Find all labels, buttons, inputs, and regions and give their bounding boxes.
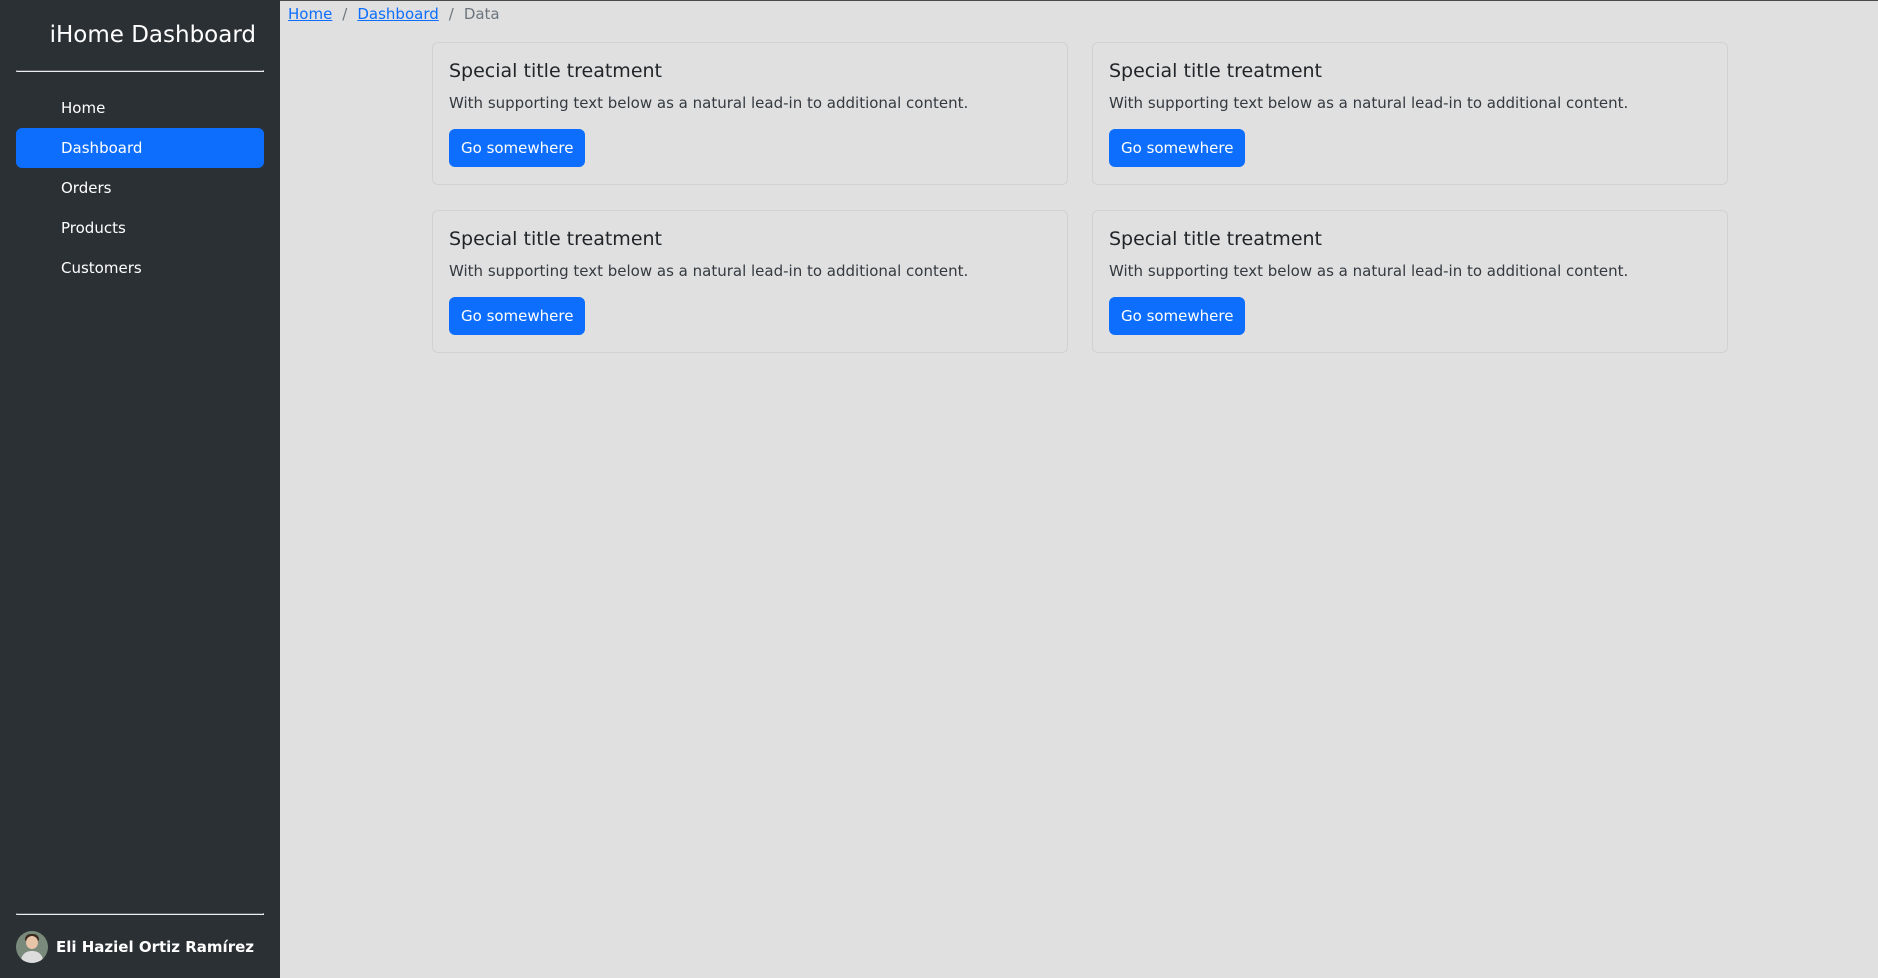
sidebar-item-label: Dashboard <box>61 139 143 157</box>
card: Special title treatment With supporting … <box>432 42 1068 185</box>
card: Special title treatment With supporting … <box>1092 42 1728 185</box>
card-text: With supporting text below as a natural … <box>449 94 969 112</box>
sidebar-item-label: Products <box>61 219 126 237</box>
avatar <box>16 930 48 963</box>
breadcrumb-home-link[interactable]: Home <box>288 5 332 23</box>
avatar-head-shape <box>26 935 38 949</box>
sidebar: iHome Dashboard Home Dashboard Orders Pr… <box>0 0 280 978</box>
main-content: Home / Dashboard / Data Special title tr… <box>280 0 1878 978</box>
go-somewhere-button[interactable]: Go somewhere <box>1109 129 1246 167</box>
go-somewhere-button[interactable]: Go somewhere <box>449 129 586 167</box>
user-menu[interactable]: Eli Haziel Ortiz Ramírez <box>16 915 264 978</box>
card-title: Special title treatment <box>449 60 662 82</box>
breadcrumb: Home / Dashboard / Data <box>280 1 1878 27</box>
breadcrumb-dashboard-link[interactable]: Dashboard <box>357 5 438 23</box>
card-grid: Special title treatment With supporting … <box>432 42 1728 353</box>
avatar-body-shape <box>21 950 43 963</box>
sidebar-item-customers[interactable]: Customers <box>16 248 264 288</box>
sidebar-item-orders[interactable]: Orders <box>16 168 264 208</box>
card-text: With supporting text below as a natural … <box>1109 94 1629 112</box>
card: Special title treatment With supporting … <box>1092 210 1728 353</box>
sidebar-item-label: Customers <box>61 259 142 277</box>
breadcrumb-separator: / <box>342 5 348 23</box>
card-title: Special title treatment <box>1109 228 1322 250</box>
card-text: With supporting text below as a natural … <box>449 262 969 280</box>
sidebar-item-products[interactable]: Products <box>16 208 264 248</box>
sidebar-nav: Home Dashboard Orders Products Customers <box>16 88 264 288</box>
card-title: Special title treatment <box>1109 60 1322 82</box>
sidebar-item-label: Home <box>61 99 106 117</box>
sidebar-divider-top <box>16 70 264 72</box>
sidebar-item-home[interactable]: Home <box>16 88 264 128</box>
sidebar-item-dashboard[interactable]: Dashboard <box>16 128 264 168</box>
go-somewhere-button[interactable]: Go somewhere <box>1109 297 1246 335</box>
card: Special title treatment With supporting … <box>432 210 1068 353</box>
breadcrumb-current: Data <box>463 5 500 23</box>
user-name: Eli Haziel Ortiz Ramírez <box>56 937 254 956</box>
card-text: With supporting text below as a natural … <box>1109 262 1629 280</box>
brand-title[interactable]: iHome Dashboard <box>16 0 264 70</box>
app-root: iHome Dashboard Home Dashboard Orders Pr… <box>0 0 1878 978</box>
go-somewhere-button[interactable]: Go somewhere <box>449 297 586 335</box>
sidebar-item-label: Orders <box>61 179 112 197</box>
breadcrumb-separator: / <box>448 5 454 23</box>
card-title: Special title treatment <box>449 228 662 250</box>
